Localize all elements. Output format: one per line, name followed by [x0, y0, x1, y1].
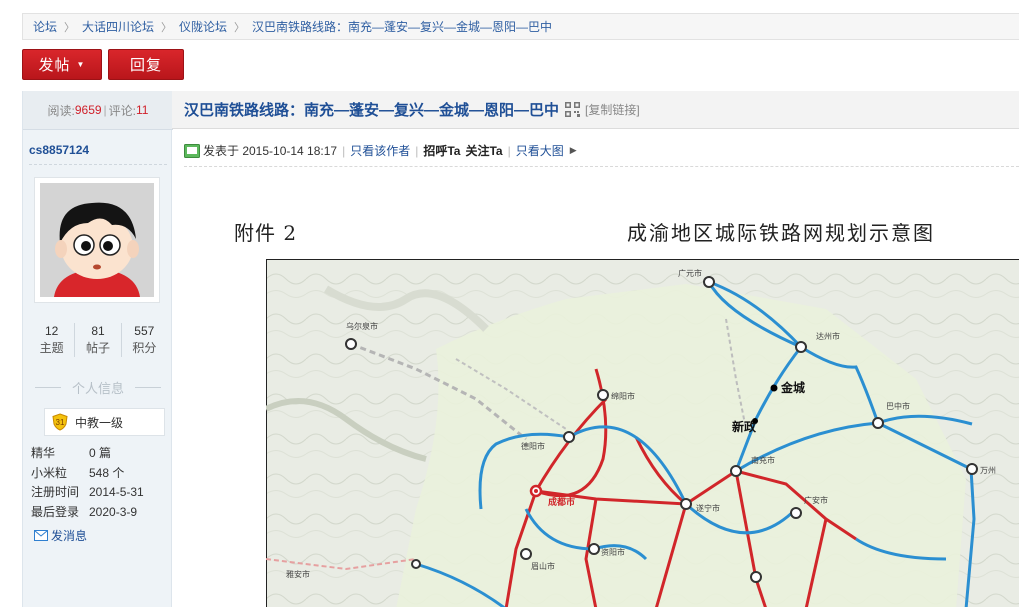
breadcrumb: 论坛 〉 大话四川论坛 〉 仪陇论坛 〉 汉巴南铁路线路：南充—蓬安—复兴—金城… — [22, 13, 1019, 40]
svg-text:遂宁市: 遂宁市 — [696, 503, 720, 513]
divider: | — [103, 103, 107, 117]
post-meta: 发表于 2015-10-14 18:17 | 只看该作者 | 招呼Ta 关注Ta… — [184, 142, 577, 159]
svg-text:万州: 万州 — [980, 466, 996, 475]
shield-level-icon: 31 — [52, 413, 68, 431]
thread-title: 汉巴南铁路线路：南充—蓬安—复兴—金城—恩阳—巴中 — [184, 102, 560, 119]
svg-text:资阳市: 资阳市 — [601, 547, 625, 557]
svg-text:巴中市: 巴中市 — [886, 401, 910, 411]
divider — [29, 164, 167, 165]
thread-title-bar: 汉巴南铁路线路：南充—蓬安—复兴—金城—恩阳—巴中 [复制链接] — [172, 91, 1019, 129]
svg-text:广安市: 广安市 — [804, 495, 828, 505]
author-stats: 12 主题 81 帖子 557 积分 — [29, 323, 167, 357]
envelope-icon — [34, 530, 48, 541]
thread-stats: 阅读: 9659 | 评论: 11 — [23, 91, 173, 130]
post-time: 发表于 2015-10-14 18:17 — [203, 144, 338, 158]
label-xinzheng: 新政 — [732, 419, 757, 434]
comment-label: 评论: — [108, 103, 137, 118]
breadcrumb-item-yilong[interactable]: 仪陇论坛 — [179, 18, 227, 35]
svg-text:广元市: 广元市 — [678, 268, 702, 278]
svg-text:乌尔泉市: 乌尔泉市 — [346, 321, 378, 331]
svg-text:德阳市: 德阳市 — [521, 441, 545, 451]
chevron-right-icon: 〉 — [161, 21, 173, 34]
figure-caption-right: 成渝地区城际铁路网规划示意图 — [627, 221, 935, 245]
send-message-link[interactable]: 发消息 — [34, 527, 87, 544]
chevron-right-icon: 〉 — [64, 21, 76, 34]
breadcrumb-item-sichuan[interactable]: 大话四川论坛 — [82, 18, 154, 35]
svg-text:绵阳市: 绵阳市 — [611, 391, 635, 401]
railway-map: 乌尔泉市 广元市 绵阳市 巴中市 万州 南充市 遂宁市 广安市 资阳市 眉山市 … — [266, 259, 1019, 607]
online-status-icon — [184, 143, 200, 158]
label-jincheng: 金城 — [780, 380, 805, 395]
stat-posts[interactable]: 81 帖子 — [74, 323, 120, 357]
info-row: 小米粒 548 个 — [31, 465, 125, 480]
breadcrumb-item-forum[interactable]: 论坛 — [33, 18, 57, 35]
svg-text:31: 31 — [56, 418, 65, 427]
post-button-label: 发帖 — [38, 57, 71, 74]
comment-count: 11 — [136, 103, 149, 117]
svg-text:成都市: 成都市 — [548, 496, 575, 507]
follow-link[interactable]: 关注Ta — [465, 142, 502, 159]
author-name[interactable]: cs8857124 — [29, 143, 89, 157]
stat-points[interactable]: 557 积分 — [120, 323, 167, 357]
breadcrumb-item-thread[interactable]: 汉巴南铁路线路：南充—蓬安—复兴—金城—恩阳—巴中 — [252, 18, 552, 35]
svg-text:达州市: 达州市 — [816, 331, 840, 341]
info-row: 精华 0 篇 — [31, 446, 112, 460]
read-label: 阅读: — [47, 103, 75, 118]
avatar-cartoon-icon — [40, 183, 154, 297]
author-info: 精华 0 篇 小米粒 548 个 注册时间 2014-5-31 最后登录 2020-3-… — [31, 444, 171, 522]
info-row: 注册时间 2014-5-31 — [31, 485, 144, 499]
reply-button[interactable]: 回复 — [108, 49, 184, 80]
stat-topics[interactable]: 12 主题 — [29, 323, 74, 357]
qr-code-icon[interactable] — [565, 102, 581, 117]
avatar[interactable] — [34, 177, 160, 303]
figure-caption-left: 附件 2 — [234, 221, 298, 245]
copy-link-button[interactable]: [复制链接] — [585, 101, 640, 118]
triangle-right-icon: ▶ — [569, 145, 577, 155]
post-image[interactable]: 附件 2 成渝地区城际铁路网规划示意图 乌尔泉市 广元市 绵阳市 巴中市 万州 … — [184, 167, 1019, 607]
section-title-personal-info: 个人信息 — [31, 378, 165, 397]
svg-text:眉山市: 眉山市 — [531, 561, 555, 571]
rank-name: 中教一级 — [75, 415, 124, 430]
info-row: 最后登录 2020-3-9 — [31, 504, 138, 519]
big-image-link[interactable]: 只看大图 — [516, 142, 564, 159]
caret-down-icon: ▼ — [76, 60, 86, 69]
only-author-link[interactable]: 只看该作者 — [350, 142, 410, 159]
read-count: 9659 — [74, 103, 102, 117]
author-sidebar: 阅读: 9659 | 评论: 11 cs8857124 12 主题 81 帖子 … — [22, 91, 173, 607]
rank-badge: 31 中教一级 — [44, 408, 165, 436]
post-button[interactable]: 发帖 ▼ — [22, 49, 102, 80]
greet-link[interactable]: 招呼Ta — [423, 142, 460, 159]
svg-text:雅安市: 雅安市 — [286, 569, 310, 579]
svg-text:南充市: 南充市 — [751, 455, 775, 465]
chevron-right-icon: 〉 — [234, 21, 246, 34]
